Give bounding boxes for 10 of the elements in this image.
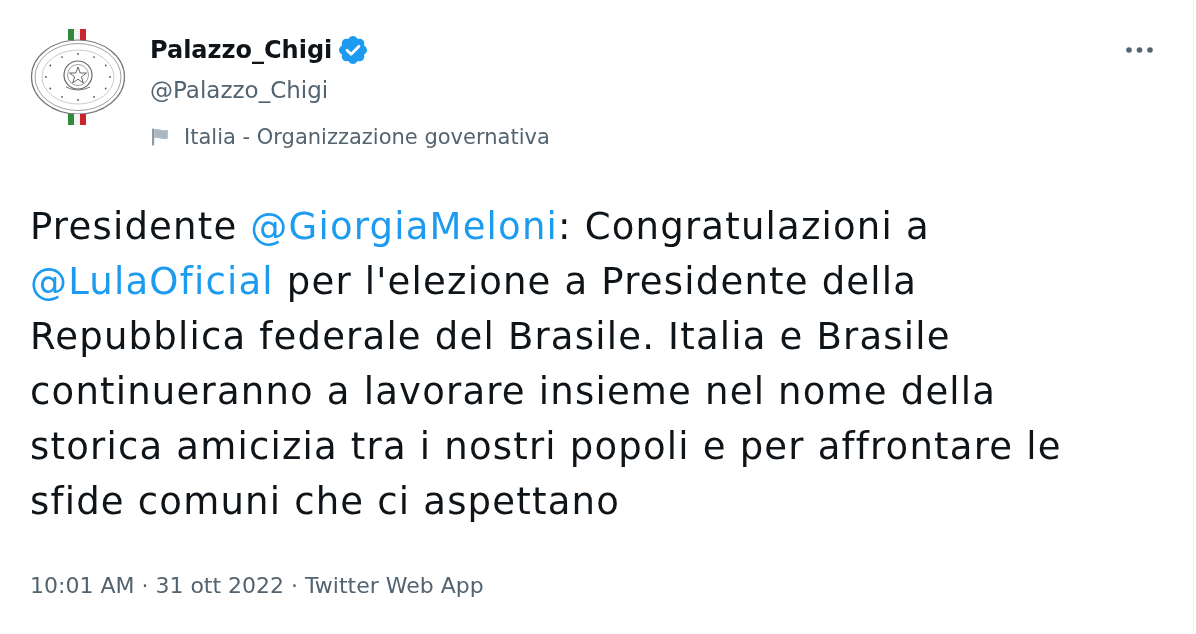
mention-link[interactable]: @GiorgiaMeloni [250, 205, 559, 248]
account-category: Italia - Organizzazione governativa [184, 124, 550, 151]
emblem-icon [30, 29, 126, 125]
flag-icon [150, 127, 170, 147]
author-handle: @Palazzo_Chigi [150, 76, 329, 105]
mention-link[interactable]: @LulaOficial [30, 260, 274, 303]
tweet-timestamp: 10:01 AM · 31 ott 2022 · Twitter Web App [30, 572, 484, 600]
tweet-text: Presidente @GiorgiaMeloni: Congratulazioni a @LulaOficial per l'elezione a Presidente della Repubblica federale del Brasile. Italia e Brasile continueranno a lavorare insieme nel nome della storica amicizia tra i nostri popoli e per affrontare le sfide comuni che ci aspettano [30, 204, 1063, 525]
author-name[interactable]: Palazzo_Chigi [150, 29, 333, 71]
more-icon [1125, 47, 1153, 53]
